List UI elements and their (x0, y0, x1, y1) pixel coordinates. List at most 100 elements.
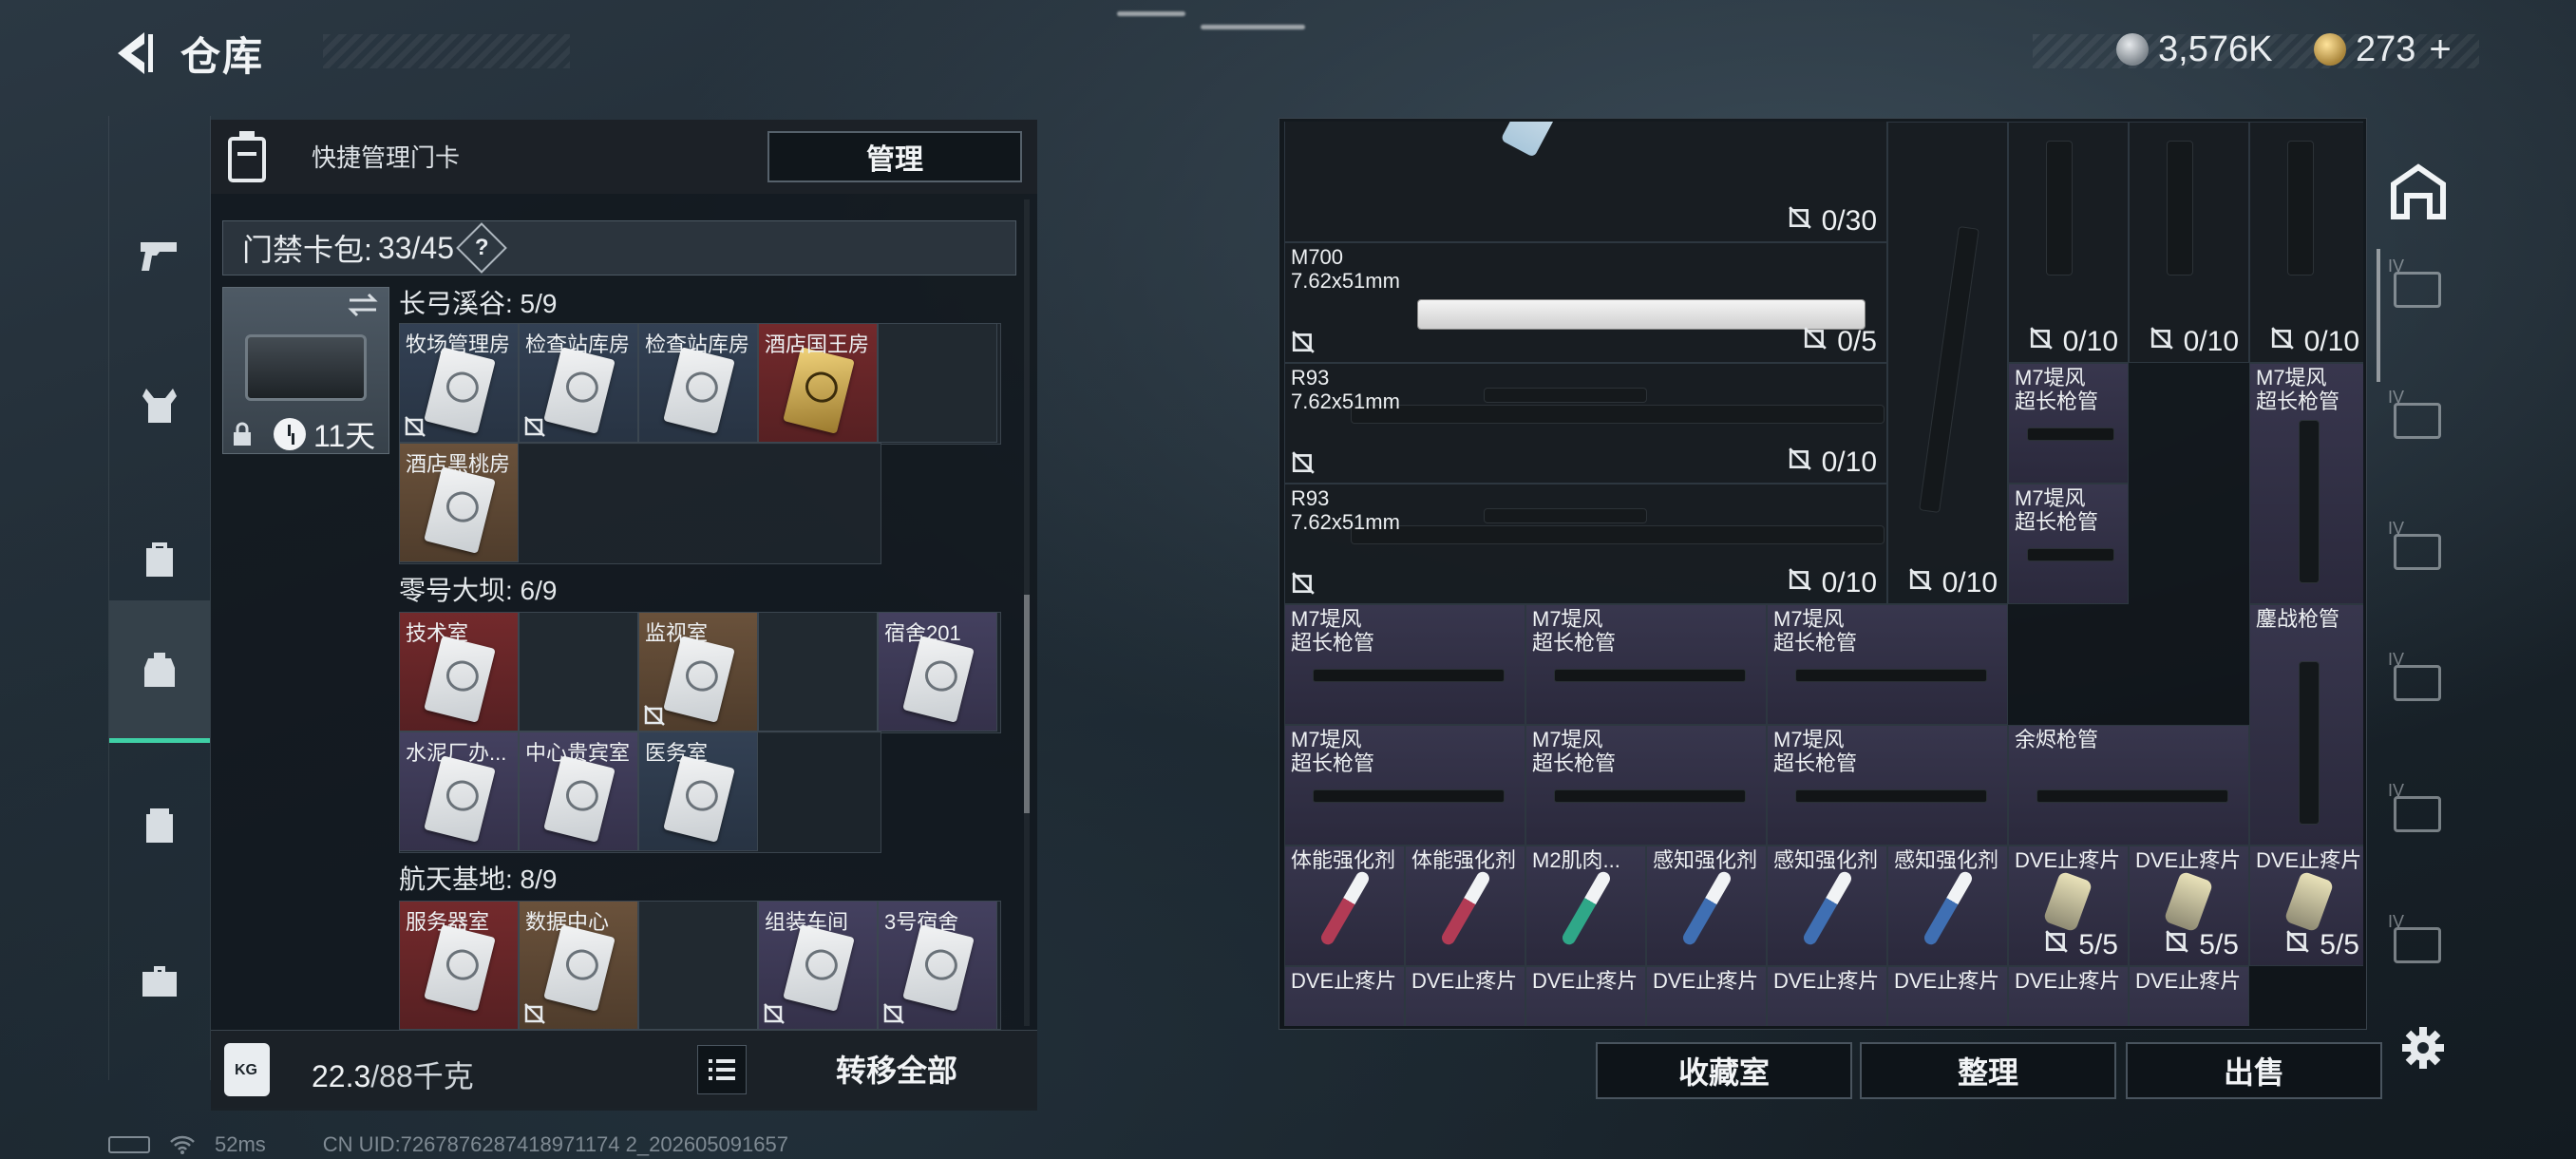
rifle-scope-image (1485, 389, 1646, 402)
inventory-item[interactable]: M7堤风 超长枪管 (1767, 604, 2008, 725)
inventory-item[interactable]: M7堤风 超长枪管 (2008, 484, 2129, 604)
inventory-item[interactable]: DVE止疼片 (1646, 966, 1767, 1026)
inventory-item[interactable]: M7堤风 超长枪管 (2249, 363, 2363, 604)
item-name: 感知强化剂 (1894, 848, 1999, 872)
keycard-image (902, 924, 975, 1012)
container-icon-6[interactable]: IV (2384, 904, 2453, 973)
inventory-item[interactable]: 0/10 (2129, 122, 2249, 363)
keycard-slot[interactable]: 医务室 (638, 732, 758, 851)
container-icon-4[interactable]: IV (2384, 642, 2453, 711)
keycard-name: 监视室 (645, 621, 709, 645)
storage-grid: 0/30 M700 7.62x51mm 0/5 R93 7.62x51mm 0/10 R9… (1284, 122, 2363, 1026)
inventory-item[interactable]: DVE止疼片 (1405, 966, 1525, 1026)
manage-button[interactable]: 管理 (767, 131, 1022, 182)
header-decor (323, 34, 570, 68)
container-icon-3[interactable]: IV (2384, 511, 2453, 580)
inventory-item[interactable]: DVE止疼片 5/5 (2249, 846, 2363, 966)
inventory-item[interactable]: M7堤风 超长枪管 (1284, 725, 1525, 846)
keycard-slot[interactable]: 牧场管理房 (399, 323, 519, 443)
inventory-item[interactable]: 感知强化剂 (1646, 846, 1767, 966)
inventory-item[interactable]: DVE止疼片 (2129, 966, 2249, 1026)
nav-keycard-case[interactable] (109, 600, 210, 743)
inventory-item[interactable]: 鏖战枪管 (2249, 604, 2363, 846)
keycard-slot[interactable]: 中心贵宾室 (519, 732, 638, 851)
nav-weapon[interactable] (109, 182, 210, 325)
inventory-item[interactable]: DVE止疼片 (1525, 966, 1646, 1026)
collection-room-button[interactable]: 收藏室 (1596, 1042, 1852, 1099)
keycard-image (783, 347, 855, 434)
inventory-item[interactable]: DVE止疼片 5/5 (2129, 846, 2249, 966)
inventory-item[interactable]: 感知强化剂 (1767, 846, 1887, 966)
magazine-image (1500, 122, 1583, 158)
nav-toolbox[interactable] (109, 910, 210, 1053)
no-bind-icon (763, 1002, 786, 1025)
weight-readout: 22.3/88千克 (312, 1053, 474, 1096)
sort-button[interactable]: 整理 (1860, 1042, 2116, 1099)
no-bind-icon (1803, 326, 1828, 358)
keycard-scrollbar-thumb[interactable] (1024, 595, 1030, 813)
keycard-name: 酒店黑桃房 (406, 452, 511, 476)
keycard-slot[interactable]: 检查站库房 (519, 323, 638, 443)
inventory-item[interactable]: 0/10 (2008, 122, 2129, 363)
inventory-item[interactable]: M7堤风 超长枪管 (1525, 604, 1767, 725)
inventory-item[interactable]: DVE止疼片 (2008, 966, 2129, 1026)
keycard-case-icon (144, 652, 175, 687)
swap-icon[interactable] (346, 291, 380, 319)
container-icon-5[interactable]: IV (2384, 773, 2453, 842)
keycard-slot[interactable]: 服务器室 (399, 901, 519, 1030)
transfer-all-button[interactable]: 转移全部 (779, 1045, 1014, 1092)
inventory-item[interactable]: M700 7.62x51mm 0/5 (1284, 242, 1887, 363)
inventory-item[interactable]: R93 7.62x51mm 0/10 (1284, 484, 1887, 604)
gear-icon[interactable] (2399, 1024, 2447, 1072)
no-bind-icon (2165, 929, 2189, 961)
container-icon-2[interactable]: IV (2384, 380, 2453, 448)
item-count-value: 0/10 (2183, 326, 2239, 357)
side-tabs-scrollbar[interactable] (2377, 249, 2380, 382)
add-currency-button[interactable]: + (2429, 28, 2451, 71)
inventory-item[interactable]: R93 7.62x51mm 0/10 (1284, 363, 1887, 484)
keycard-slot[interactable]: 检查站库房 (638, 323, 758, 443)
weight-icon: KG (224, 1043, 270, 1096)
sell-button[interactable]: 出售 (2126, 1042, 2382, 1099)
inventory-item[interactable]: 0/10 (1887, 122, 2008, 604)
inventory-item[interactable]: M7堤风 超长枪管 (1525, 725, 1767, 846)
inventory-item[interactable]: DVE止疼片 (1284, 966, 1405, 1026)
keycard-name: 酒店国王房 (765, 332, 870, 356)
keycard-slot[interactable]: 3号宿舍 (878, 901, 997, 1030)
inventory-item[interactable]: M2肌肉... (1525, 846, 1646, 966)
help-icon[interactable]: ? (456, 222, 507, 274)
inventory-item[interactable]: DVE止疼片 5/5 (2008, 846, 2129, 966)
nav-container[interactable] (109, 754, 210, 897)
keycard-slot[interactable]: 监视室 (638, 612, 758, 732)
inventory-item[interactable]: M7堤风 超长枪管 (1284, 604, 1525, 725)
keycard-slot[interactable]: 组装车间 (758, 901, 878, 1030)
inventory-item[interactable]: 感知强化剂 (1887, 846, 2008, 966)
item-name: M7堤风 超长枪管 (1291, 607, 1375, 655)
currency-gold[interactable]: 273 + (2314, 28, 2452, 70)
inventory-item[interactable]: 余烬枪管 (2008, 725, 2249, 846)
inventory-item[interactable]: M7堤风 超长枪管 (2008, 363, 2129, 484)
container-add-icon[interactable]: IV (2384, 249, 2453, 317)
keycard-slot[interactable]: 数据中心 (519, 901, 638, 1030)
keycard-slot[interactable]: 水泥厂办... (399, 732, 519, 851)
inventory-item[interactable]: DVE止疼片 (1767, 966, 1887, 1026)
inventory-item[interactable]: 体能强化剂 (1284, 846, 1405, 966)
item-count-value: 0/10 (1821, 446, 1877, 478)
rifle-image (1418, 300, 1865, 329)
keycard-slot[interactable]: 酒店黑桃房 (399, 443, 519, 562)
inventory-item[interactable]: 0/10 (2249, 122, 2363, 363)
status-bar: 52ms CN UID:7267876287418971174 2_202605… (108, 1130, 788, 1159)
keycard-slot[interactable]: 技术室 (399, 612, 519, 732)
empty-keycard-slot (878, 323, 997, 443)
storage-tab-icon[interactable] (2384, 158, 2453, 226)
inventory-item[interactable]: 0/30 (1284, 122, 1887, 242)
nav-armor[interactable] (109, 334, 210, 477)
back-arrow-icon[interactable] (106, 27, 160, 80)
list-view-icon[interactable] (697, 1045, 747, 1094)
inventory-item[interactable]: M7堤风 超长枪管 (1767, 725, 2008, 846)
keycard-slot[interactable]: 酒店国王房 (758, 323, 878, 443)
keycard-slot[interactable]: 宿舍201 (878, 612, 997, 732)
inventory-item[interactable]: 体能强化剂 (1405, 846, 1525, 966)
no-bind-icon (523, 1002, 546, 1025)
inventory-item[interactable]: DVE止疼片 (1887, 966, 2008, 1026)
